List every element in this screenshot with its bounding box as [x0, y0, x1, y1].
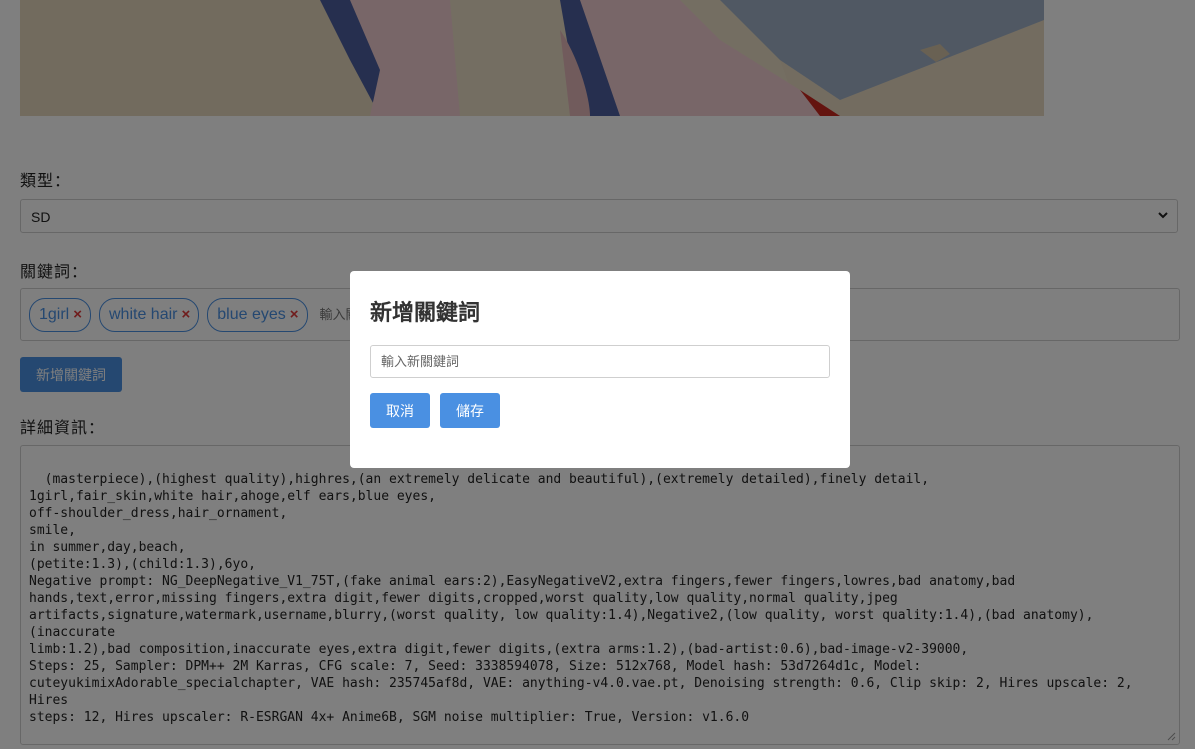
- cancel-button[interactable]: 取消: [370, 393, 430, 428]
- new-keyword-input[interactable]: [370, 345, 830, 378]
- save-button[interactable]: 儲存: [440, 393, 500, 428]
- dialog-title: 新增關鍵詞: [370, 300, 481, 325]
- add-keyword-dialog: 新增關鍵詞 取消 儲存: [350, 271, 850, 468]
